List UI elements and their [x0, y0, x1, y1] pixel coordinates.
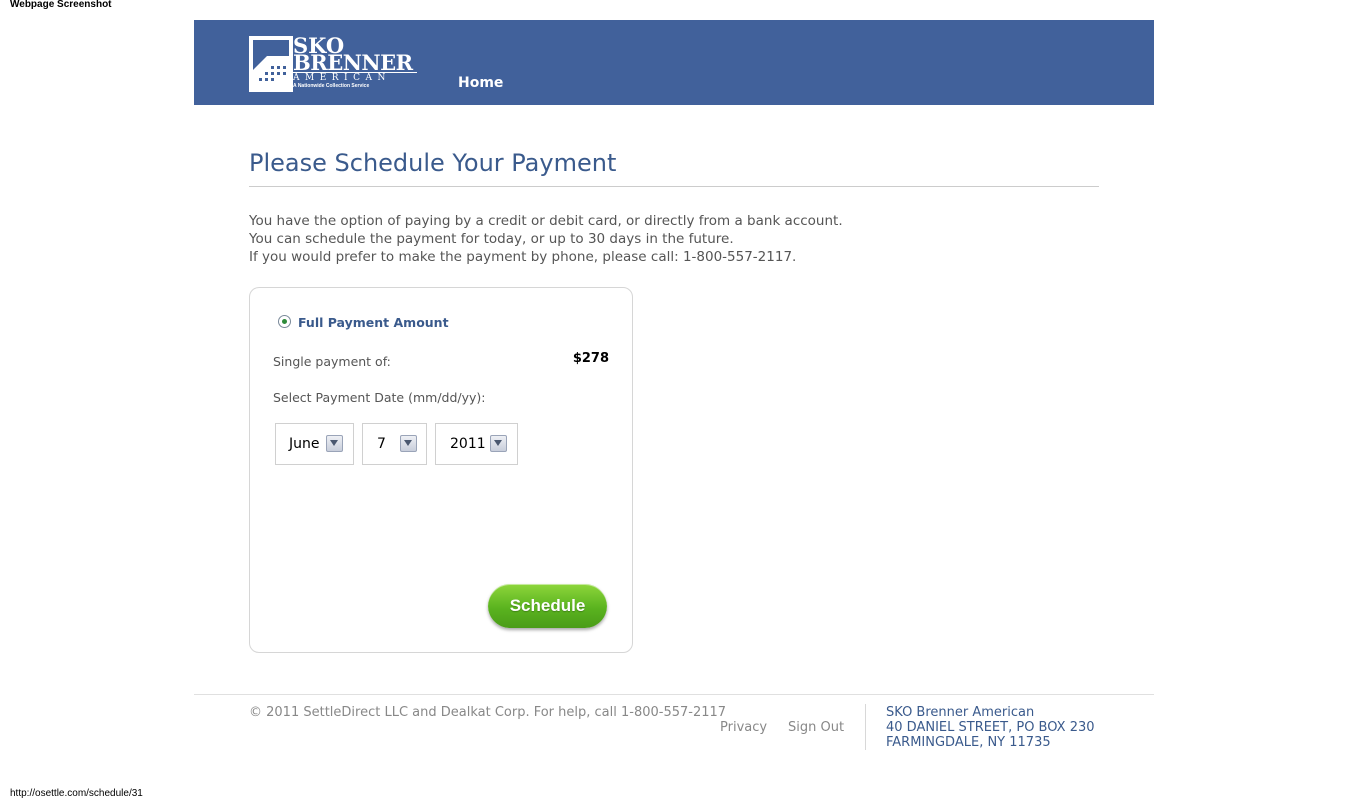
- privacy-link[interactable]: Privacy: [720, 720, 767, 735]
- company-address: SKO Brenner American 40 DANIEL STREET, P…: [886, 705, 1095, 750]
- full-payment-label[interactable]: Full Payment Amount: [298, 315, 449, 330]
- full-payment-radio[interactable]: [278, 315, 291, 328]
- logo-tagline: A Nationwide Collection Service: [293, 83, 370, 89]
- page-title: Please Schedule Your Payment: [249, 149, 617, 177]
- address-name: SKO Brenner American: [886, 705, 1035, 720]
- address-street: 40 DANIEL STREET, PO BOX 230: [886, 720, 1095, 735]
- chevron-down-icon[interactable]: [490, 435, 507, 452]
- payment-card: Full Payment Amount Single payment of: $…: [249, 287, 633, 653]
- intro-line: You can schedule the payment for today, …: [249, 231, 734, 247]
- company-logo[interactable]: SKO BRENNER AMERICAN A Nationwide Collec…: [249, 33, 419, 92]
- intro-text: You have the option of paying by a credi…: [249, 212, 843, 266]
- site-header: SKO BRENNER AMERICAN A Nationwide Collec…: [194, 20, 1154, 105]
- footer-separator: [865, 704, 866, 750]
- screenshot-caption: Webpage Screenshot: [10, 0, 112, 10]
- logo-text-american: AMERICAN: [293, 72, 417, 83]
- payment-date-label: Select Payment Date (mm/dd/yy):: [273, 390, 486, 405]
- footer-divider: [194, 694, 1154, 695]
- month-value: June: [289, 436, 320, 452]
- payment-amount: $278: [572, 351, 609, 366]
- intro-line: You have the option of paying by a credi…: [249, 213, 843, 229]
- logo-mark-icon: [249, 36, 293, 92]
- single-payment-label: Single payment of:: [273, 354, 391, 369]
- status-url: http://osettle.com/schedule/31: [10, 788, 143, 799]
- footer-copyright: © 2011 SettleDirect LLC and Dealkat Corp…: [249, 705, 727, 720]
- address-city: FARMINGDALE, NY 11735: [886, 735, 1051, 750]
- chevron-down-icon[interactable]: [400, 435, 417, 452]
- nav-home-link[interactable]: Home: [458, 75, 503, 91]
- year-value: 2011: [450, 436, 486, 452]
- intro-line: If you would prefer to make the payment …: [249, 249, 797, 265]
- schedule-button[interactable]: Schedule: [488, 584, 607, 628]
- day-value: 7: [377, 436, 386, 452]
- sign-out-link[interactable]: Sign Out: [788, 720, 844, 735]
- month-select[interactable]: June: [275, 423, 354, 465]
- title-divider: [249, 186, 1099, 187]
- year-select[interactable]: 2011: [435, 423, 518, 465]
- day-select[interactable]: 7: [362, 423, 427, 465]
- chevron-down-icon[interactable]: [326, 435, 343, 452]
